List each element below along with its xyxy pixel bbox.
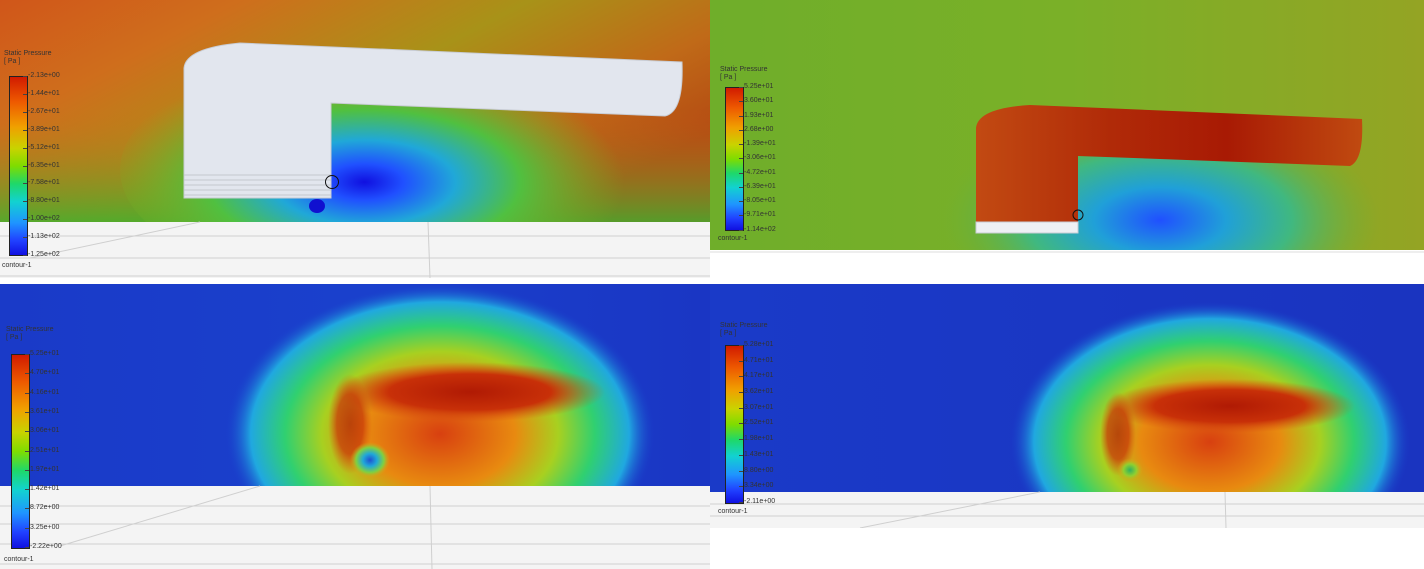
legend-tick: 1.93e+01 bbox=[738, 112, 774, 119]
legend-tick: -3.89e+01 bbox=[23, 126, 60, 133]
contour-caption: contour-1 bbox=[718, 235, 748, 242]
legend-tick: 2.52e+01 bbox=[738, 419, 774, 426]
legend-tick: 3.61e+01 bbox=[24, 408, 60, 415]
legend-tick: -3.06e+01 bbox=[739, 154, 776, 161]
legend-tick: 4.70e+01 bbox=[24, 369, 60, 376]
contour-plot-2 bbox=[710, 0, 1424, 278]
contour-plot-3 bbox=[0, 284, 710, 569]
legend-tick: -4.72e+01 bbox=[739, 169, 776, 176]
contour-caption: contour-1 bbox=[718, 508, 748, 515]
legend-tick: 8.80e+00 bbox=[738, 467, 774, 474]
legend-tick: -8.05e+01 bbox=[739, 197, 776, 204]
legend-tick: 2.51e+01 bbox=[24, 447, 60, 454]
legend-tick: 3.06e+01 bbox=[24, 427, 60, 434]
color-bar bbox=[725, 87, 744, 231]
contour-panel-1[interactable]: Static Pressure [ Pa ] -2.13e+00 -1.44e+… bbox=[0, 0, 710, 278]
legend-tick: -1.14e+02 bbox=[739, 226, 776, 233]
legend-tick: 3.07e+01 bbox=[738, 404, 774, 411]
legend-tick: 1.43e+01 bbox=[738, 451, 774, 458]
legend-tick: -2.11e+00 bbox=[738, 498, 776, 505]
contour-plot-1 bbox=[0, 0, 710, 278]
color-bar bbox=[725, 345, 744, 504]
legend-tick: -1.39e+01 bbox=[739, 140, 776, 147]
legend-tick: 1.97e+01 bbox=[24, 466, 60, 473]
legend-tick: -2.13e+00 bbox=[23, 72, 60, 79]
legend-unit: [ Pa ] bbox=[4, 58, 21, 65]
legend-tick: 8.72e+00 bbox=[24, 504, 60, 511]
legend-tick: -2.67e+01 bbox=[23, 108, 60, 115]
contour-panel-2[interactable]: Static Pressure [ Pa ] 5.25e+01 3.60e+01… bbox=[710, 0, 1424, 278]
legend-tick: -1.25e+02 bbox=[23, 251, 60, 258]
legend-tick: 3.25e+00 bbox=[24, 524, 60, 531]
legend-tick: 5.25e+01 bbox=[24, 350, 60, 357]
legend-tick: -6.39e+01 bbox=[739, 183, 776, 190]
legend-tick: 3.60e+01 bbox=[738, 97, 774, 104]
legend-tick: 4.71e+01 bbox=[738, 357, 774, 364]
legend-unit: [ Pa ] bbox=[6, 334, 23, 341]
legend-tick: 5.28e+01 bbox=[738, 341, 774, 348]
legend-title: Static Pressure bbox=[720, 66, 768, 73]
contour-caption: contour-1 bbox=[4, 556, 34, 563]
legend-tick: 5.25e+01 bbox=[738, 83, 774, 90]
legend-title: Static Pressure bbox=[6, 326, 54, 333]
color-legend-2: Static Pressure [ Pa ] 5.25e+01 3.60e+01… bbox=[718, 66, 810, 246]
contour-panel-3[interactable]: Static Pressure [ Pa ] 5.25e+01 4.70e+01… bbox=[0, 284, 710, 569]
contour-panel-4[interactable]: Static Pressure [ Pa ] 5.28e+01 4.71e+01… bbox=[710, 284, 1424, 569]
contour-plot-4 bbox=[710, 284, 1424, 569]
legend-tick: -9.71e+01 bbox=[739, 211, 776, 218]
color-legend-4: Static Pressure [ Pa ] 5.28e+01 4.71e+01… bbox=[718, 322, 810, 522]
legend-tick: -6.35e+01 bbox=[23, 162, 60, 169]
legend-tick: 2.68e+00 bbox=[738, 126, 774, 133]
color-legend-1: Static Pressure [ Pa ] -2.13e+00 -1.44e+… bbox=[2, 50, 84, 270]
legend-tick: 4.17e+01 bbox=[738, 372, 774, 379]
legend-unit: [ Pa ] bbox=[720, 330, 737, 337]
legend-unit: [ Pa ] bbox=[720, 74, 737, 81]
legend-tick: -5.12e+01 bbox=[23, 144, 60, 151]
color-legend-3: Static Pressure [ Pa ] 5.25e+01 4.70e+01… bbox=[4, 326, 86, 566]
legend-tick: 1.98e+01 bbox=[738, 435, 774, 442]
legend-tick: 1.42e+01 bbox=[24, 485, 60, 492]
legend-tick: -2.22e+00 bbox=[25, 543, 62, 550]
legend-tick: -1.44e+01 bbox=[23, 90, 60, 97]
legend-tick: -1.13e+02 bbox=[23, 233, 60, 240]
legend-tick: 3.62e+01 bbox=[738, 388, 774, 395]
contour-caption: contour-1 bbox=[2, 262, 32, 269]
legend-tick: -8.80e+01 bbox=[23, 197, 60, 204]
legend-tick: 4.16e+01 bbox=[24, 389, 60, 396]
legend-tick: -7.58e+01 bbox=[23, 179, 60, 186]
legend-tick: 3.34e+00 bbox=[738, 482, 774, 489]
legend-title: Static Pressure bbox=[720, 322, 768, 329]
legend-tick: -1.00e+02 bbox=[23, 215, 60, 222]
legend-title: Static Pressure bbox=[4, 50, 52, 57]
